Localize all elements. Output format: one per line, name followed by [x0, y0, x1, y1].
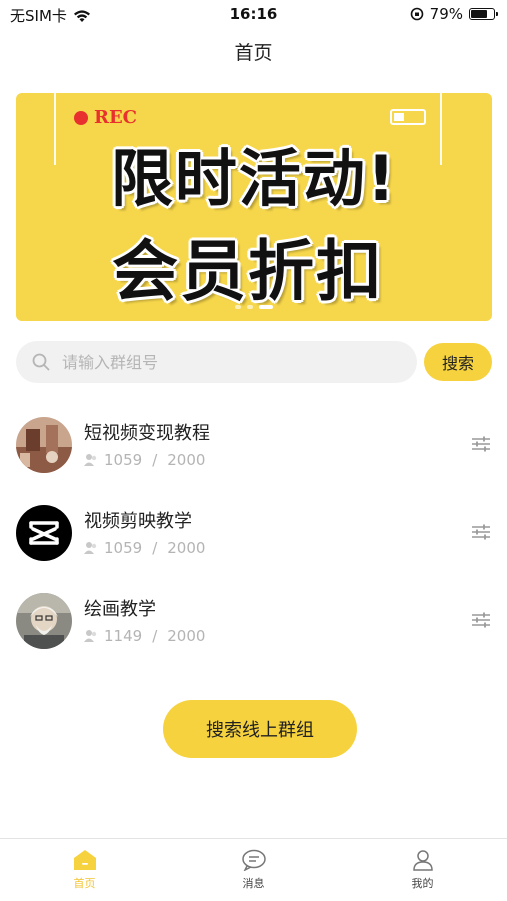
group-name: 绘画教学: [84, 599, 156, 620]
member-capacity: 2000: [167, 539, 206, 557]
count-separator: /: [152, 451, 158, 469]
carousel-indicator: [16, 305, 492, 309]
rec-indicator: REC: [74, 107, 137, 128]
search-online-groups-button[interactable]: 搜索线上群组: [163, 700, 357, 758]
list-item[interactable]: 视频剪映教学 1059 / 2000: [16, 493, 492, 581]
member-current: 1059: [104, 451, 143, 469]
member-count: 1149 / 2000: [84, 627, 205, 645]
member-count: 1059 / 2000: [84, 451, 205, 469]
group-avatar: [16, 417, 72, 473]
sliders-icon[interactable]: [470, 609, 492, 631]
list-item[interactable]: 绘画教学 1149 / 2000: [16, 581, 492, 669]
portrait-avatar-icon: [16, 593, 72, 649]
banner-headline: 限时活动!: [110, 142, 398, 215]
member-current: 1059: [104, 539, 143, 557]
member-capacity: 2000: [167, 451, 206, 469]
orientation-lock-icon: [410, 7, 423, 21]
sliders-icon[interactable]: [470, 521, 492, 543]
photo-avatar-icon: [16, 417, 72, 473]
profile-icon: [412, 850, 433, 871]
rec-dot-icon: [74, 110, 88, 125]
battery-percent: 79%: [429, 5, 463, 23]
count-separator: /: [152, 627, 158, 645]
list-item[interactable]: 短视频变现教程 1059 / 2000: [16, 405, 492, 493]
member-count: 1059 / 2000: [84, 539, 205, 557]
tab-label: 我的: [411, 877, 434, 890]
group-avatar: [16, 505, 72, 561]
members-icon: [84, 630, 97, 642]
tab-label: 首页: [73, 877, 96, 890]
rec-label: REC: [94, 107, 138, 128]
members-icon: [84, 542, 97, 554]
member-capacity: 2000: [167, 627, 206, 645]
carousel-dot[interactable]: [247, 305, 253, 309]
capcut-logo-icon: [16, 505, 72, 561]
battery-icon: [469, 8, 498, 20]
promo-banner[interactable]: REC 限时活动! 会员折扣: [16, 93, 492, 321]
tab-bar: 首页 消息 我的: [0, 838, 507, 901]
status-bar-right: 79%: [410, 5, 498, 23]
banner-subheadline: 会员折扣: [112, 233, 384, 310]
search-input[interactable]: [60, 351, 384, 373]
group-list: 短视频变现教程 1059 / 2000 视频剪映教学 1059 / 2000 绘…: [16, 405, 492, 669]
tab-messages[interactable]: 消息: [169, 839, 338, 901]
count-separator: /: [152, 539, 158, 557]
tab-home[interactable]: 首页: [0, 839, 169, 901]
page-title: 首页: [234, 42, 273, 64]
carousel-dot-active[interactable]: [259, 305, 273, 309]
home-icon: [73, 850, 96, 870]
status-bar: 无SIM卡 16:16 79%: [0, 0, 507, 30]
group-name: 短视频变现教程: [84, 423, 210, 444]
member-current: 1149: [104, 627, 143, 645]
group-avatar: [16, 593, 72, 649]
members-icon: [84, 454, 97, 466]
search-row: 搜索: [16, 341, 492, 383]
camera-battery-icon: [390, 109, 426, 125]
tab-label: 消息: [242, 877, 265, 890]
search-icon: [32, 353, 50, 371]
carousel-dot[interactable]: [235, 305, 241, 309]
message-icon: [241, 849, 266, 871]
search-box[interactable]: [16, 341, 417, 383]
search-button[interactable]: 搜索: [424, 343, 492, 381]
sliders-icon[interactable]: [470, 433, 492, 455]
tab-profile[interactable]: 我的: [338, 839, 507, 901]
group-name: 视频剪映教学: [84, 511, 192, 532]
